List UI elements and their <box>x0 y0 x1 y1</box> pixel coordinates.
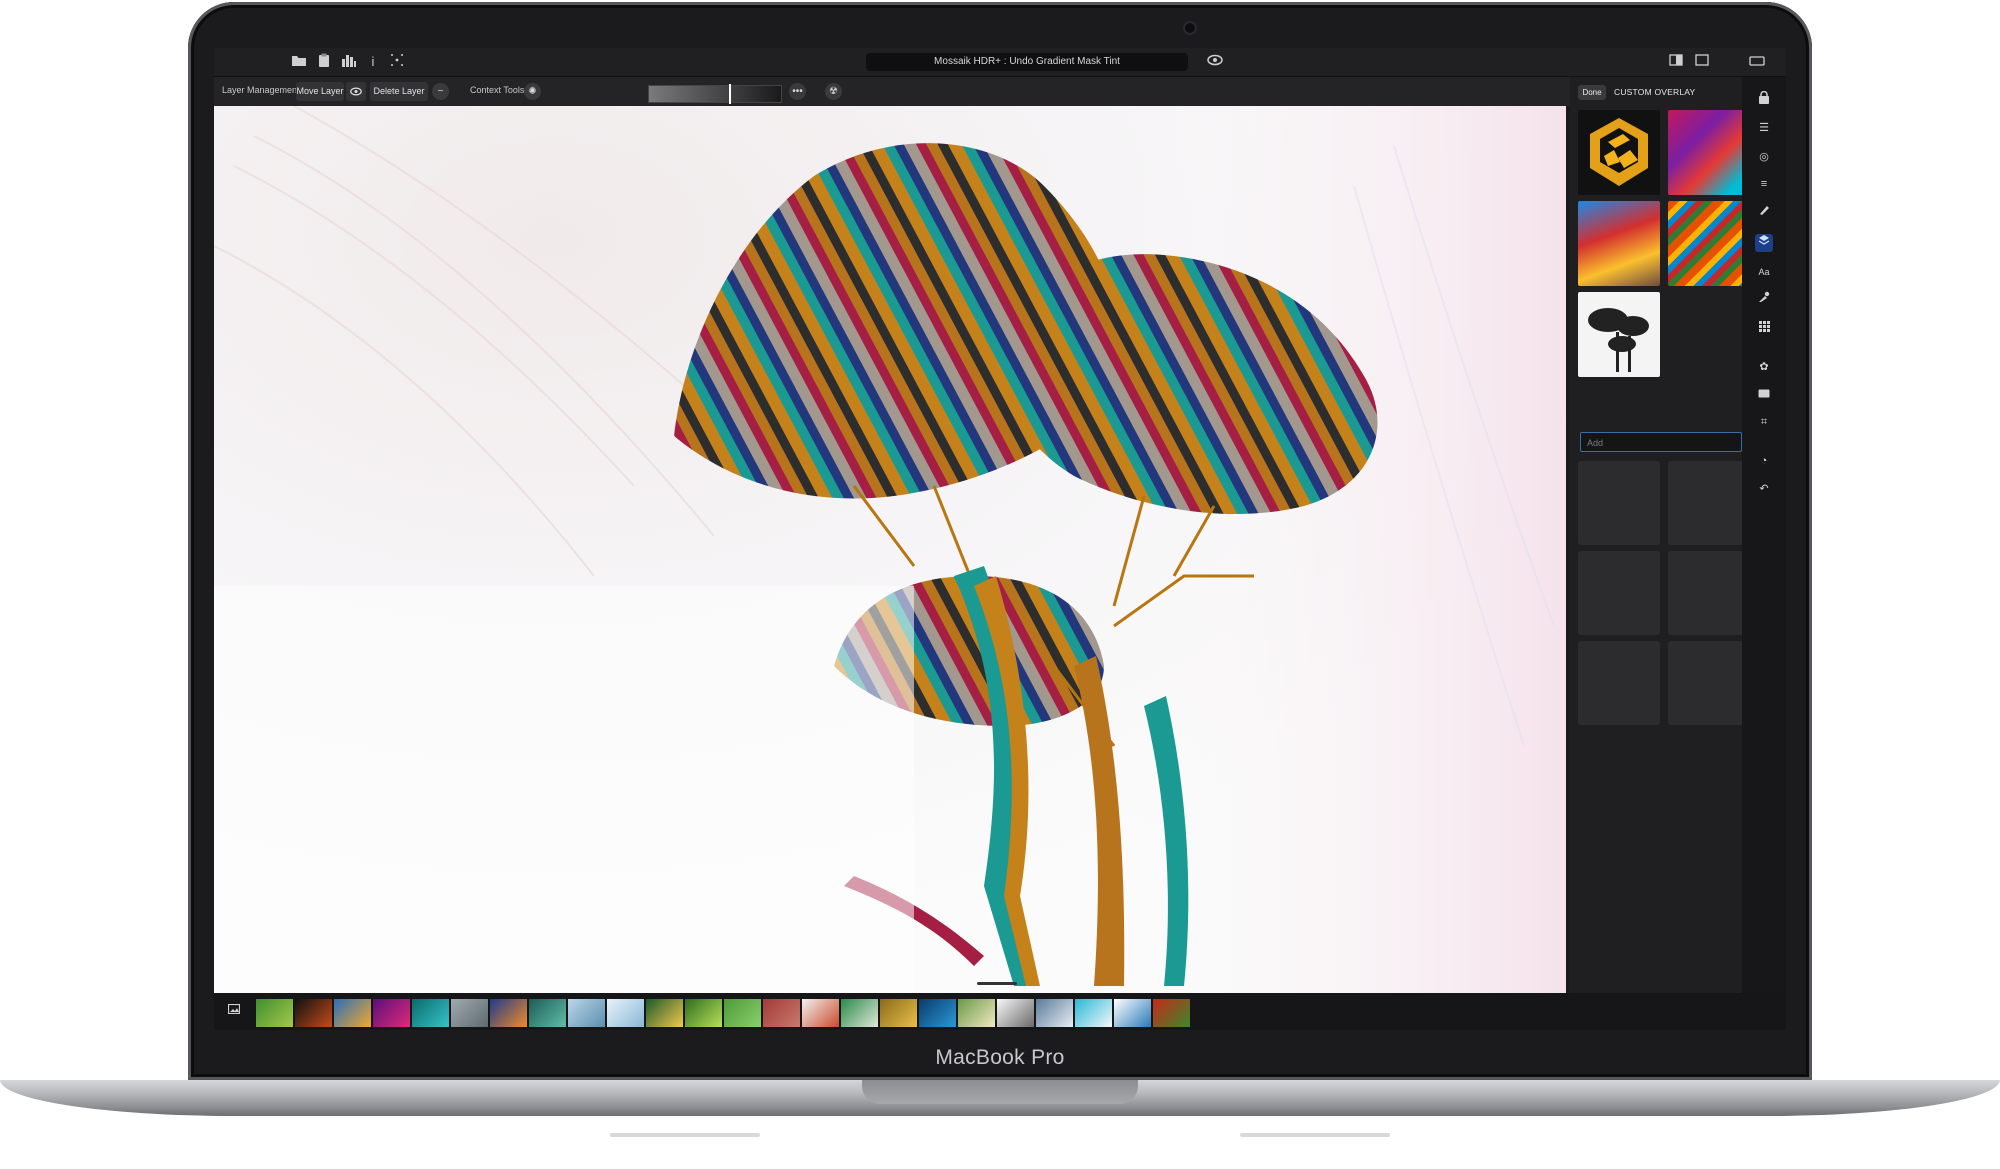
target-icon[interactable]: ◎ <box>1755 148 1773 166</box>
menu-icon[interactable]: ☰ <box>1755 119 1773 137</box>
done-button[interactable]: Done <box>1578 85 1606 100</box>
clipboard-icon[interactable] <box>315 53 333 71</box>
film-thumbnail[interactable] <box>1075 999 1112 1027</box>
film-thumbnail[interactable] <box>841 999 878 1027</box>
camera <box>1183 21 1197 35</box>
film-thumbnail[interactable] <box>724 999 761 1027</box>
empty-overlay-slot[interactable] <box>1578 641 1660 725</box>
gradient-slider[interactable] <box>648 84 782 104</box>
document-title: Mossaik HDR+ : Undo Gradient Mask Tint <box>866 53 1188 71</box>
canvas-artwork <box>214 106 1566 993</box>
film-thumbnail[interactable] <box>685 999 722 1027</box>
film-thumbnail[interactable] <box>1114 999 1151 1027</box>
add-overlay-input[interactable]: Add <box>1580 432 1742 452</box>
flower-icon[interactable]: ✿ <box>1755 358 1773 376</box>
tool-rail: ☰ ◎ ≡ Aa ✿ ⌗ ◔ ↶ <box>1742 77 1786 993</box>
more-icon[interactable]: ••• <box>789 83 806 100</box>
empty-overlay-slot[interactable] <box>1578 461 1660 545</box>
title-bar: i Mossaik HDR+ : Undo Gradient Mask Tint <box>214 48 1786 77</box>
layer-management-label: Layer Management <box>222 85 300 95</box>
window-icon[interactable] <box>1748 53 1766 71</box>
filmstrip <box>214 993 1786 1030</box>
film-thumbnail[interactable] <box>256 999 293 1027</box>
film-thumbnail[interactable] <box>763 999 800 1027</box>
film-thumbnail[interactable] <box>607 999 644 1027</box>
film-thumbnail[interactable] <box>490 999 527 1027</box>
paint-splash-overlay-thumb[interactable] <box>1668 110 1750 195</box>
layers-icon[interactable] <box>1755 234 1773 252</box>
text-icon[interactable]: Aa <box>1755 263 1773 281</box>
streak-overlay-thumb[interactable] <box>1668 201 1750 286</box>
sparkle-icon[interactable] <box>388 53 406 71</box>
minus-icon[interactable]: − <box>432 83 449 100</box>
laptop-foot <box>1240 1133 1390 1137</box>
layer-visibility-button[interactable] <box>346 82 366 101</box>
film-thumbnail[interactable] <box>412 999 449 1027</box>
film-thumbnail[interactable] <box>373 999 410 1027</box>
city-painting-overlay-thumb[interactable] <box>1578 201 1660 286</box>
tool-bar: Layer Management Move Layer Delete Layer… <box>214 77 1786 106</box>
context-tools-label: Context Tools <box>470 85 525 95</box>
empty-overlay-slot[interactable] <box>1668 641 1750 725</box>
histogram-icon[interactable] <box>340 53 358 71</box>
card-icon[interactable] <box>1755 386 1773 404</box>
film-thumbnail[interactable] <box>958 999 995 1027</box>
laptop-foot <box>610 1133 760 1137</box>
logo-overlay-thumb[interactable] <box>1578 110 1660 195</box>
delete-layer-button[interactable]: Delete Layer <box>370 82 428 101</box>
crop-icon[interactable]: ⌗ <box>1755 413 1773 431</box>
clock-icon[interactable]: ◔ <box>1755 452 1773 470</box>
split-view-icon[interactable] <box>1667 53 1685 71</box>
folder-icon[interactable] <box>290 53 308 71</box>
film-thumbnail[interactable] <box>919 999 956 1027</box>
device-brand-label: MacBook Pro <box>935 1046 1065 1069</box>
empty-overlay-slot[interactable] <box>1578 551 1660 635</box>
filter-icon[interactable]: ≡ <box>1755 175 1773 193</box>
radiation-icon[interactable]: ☢ <box>825 83 842 100</box>
undo-icon[interactable]: ↶ <box>1755 480 1773 498</box>
eyedropper-icon[interactable] <box>1755 291 1773 309</box>
film-thumbnail[interactable] <box>295 999 332 1027</box>
image-canvas[interactable] <box>214 106 1566 993</box>
canvas-scroll-indicator[interactable] <box>977 982 1017 985</box>
lock-icon[interactable] <box>1755 90 1773 109</box>
panel-title: CUSTOM OVERLAY <box>1614 87 1696 97</box>
film-thumbnail[interactable] <box>997 999 1034 1027</box>
film-thumbnail[interactable] <box>802 999 839 1027</box>
custom-overlay-panel: Done CUSTOM OVERLAY Add <box>1570 77 1750 993</box>
info-icon[interactable]: i <box>364 53 382 71</box>
app-window: i Mossaik HDR+ : Undo Gradient Mask Tint… <box>214 48 1786 1030</box>
film-thumbnail[interactable] <box>1036 999 1073 1027</box>
eye-icon[interactable] <box>1206 53 1224 71</box>
empty-overlay-slot[interactable] <box>1668 461 1750 545</box>
film-thumbnail[interactable] <box>568 999 605 1027</box>
film-thumbnail[interactable] <box>334 999 371 1027</box>
empty-overlay-slot[interactable] <box>1668 551 1750 635</box>
film-thumbnail[interactable] <box>529 999 566 1027</box>
tree-silhouette-overlay-thumb[interactable] <box>1578 292 1660 377</box>
grid-icon[interactable] <box>1755 320 1773 338</box>
photos-icon[interactable] <box>226 1003 242 1019</box>
lid-notch <box>862 1080 1138 1104</box>
film-thumbnail[interactable] <box>451 999 488 1027</box>
brush-icon[interactable] <box>1755 204 1773 222</box>
film-thumbnail[interactable] <box>646 999 683 1027</box>
gradient-slider-handle[interactable] <box>729 84 731 104</box>
brightness-icon[interactable]: ✺ <box>524 83 541 100</box>
film-thumbnail[interactable] <box>880 999 917 1027</box>
move-layer-button[interactable]: Move Layer <box>296 82 344 101</box>
single-view-icon[interactable] <box>1693 53 1711 71</box>
film-thumbnail[interactable] <box>1153 999 1190 1027</box>
